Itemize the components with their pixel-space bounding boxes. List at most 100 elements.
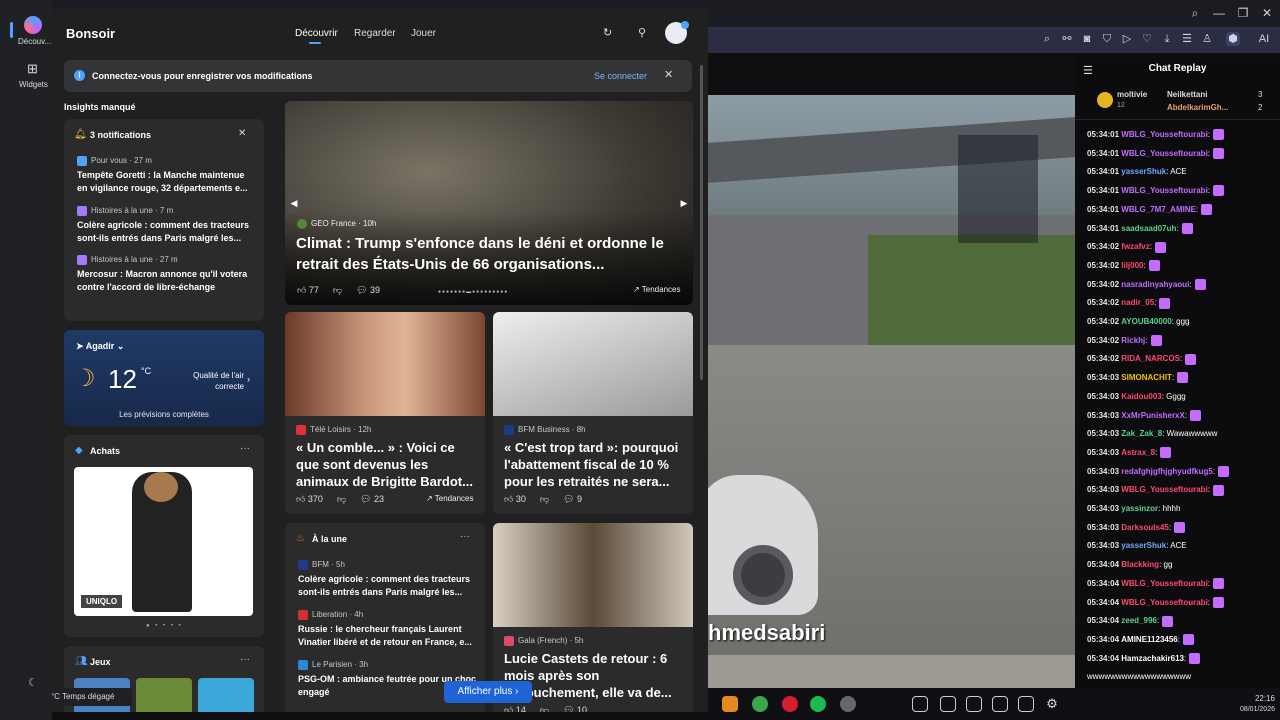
chat-username[interactable]: WBLG_Yousseftourabi	[1121, 186, 1208, 195]
carousel-next-icon[interactable]: ▶	[678, 193, 690, 213]
search-icon[interactable]: ⌕	[1186, 5, 1204, 21]
list-icon[interactable]: ☰	[1180, 32, 1194, 46]
xbox-icon[interactable]	[752, 696, 768, 712]
more-options-icon[interactable]: ···	[240, 443, 250, 454]
chat-username[interactable]: RIDA_NARCOS	[1121, 354, 1180, 363]
chat-username[interactable]: WBLG_Yousseftourabi	[1121, 598, 1208, 607]
close-window-icon[interactable]: ✕	[1258, 5, 1276, 21]
restore-icon[interactable]: ❐	[1234, 5, 1252, 21]
chat-username[interactable]: Darksouls45	[1121, 523, 1169, 532]
chat-username[interactable]: Blackking	[1121, 560, 1159, 569]
link-icon[interactable]: ⚯	[1060, 32, 1074, 46]
chat-username[interactable]: saadsaad07uh	[1121, 224, 1176, 233]
chat-username[interactable]: AYOUB40000	[1121, 317, 1171, 326]
spotify-icon[interactable]	[810, 696, 826, 712]
window-icon[interactable]	[966, 696, 982, 712]
notification-item[interactable]: Histoires à la une · 27 m Mercosur : Mac…	[77, 255, 255, 294]
discover-icon[interactable]	[24, 16, 42, 34]
minimize-icon[interactable]: —	[1210, 5, 1228, 21]
weather-location[interactable]: ➤ Agadir ⌄	[76, 341, 124, 352]
chat-username[interactable]: yassinzor	[1121, 504, 1158, 513]
chat-username[interactable]: WBLG_7M7_AMINE	[1121, 205, 1196, 214]
chat-username[interactable]: WBLG_Yousseftourabi	[1121, 579, 1208, 588]
shield-icon[interactable]: ⛉	[1100, 32, 1114, 46]
widgets-icon[interactable]: ⊞	[27, 61, 38, 77]
chat-username[interactable]: XxMrPunisherxX	[1121, 411, 1185, 420]
hero-carousel-dots[interactable]: ●●●●●●●▬●●●●●●●●●	[438, 289, 508, 295]
search-icon[interactable]: ⌕	[1040, 32, 1054, 46]
weather-chip[interactable]: 12°C Temps dégagé	[52, 688, 132, 706]
rail-widgets-label[interactable]: Widgets	[19, 80, 48, 89]
sign-in-link[interactable]: Se connecter	[594, 71, 647, 81]
article-title[interactable]: « C'est trop tard »: pourquoi l'abatteme…	[504, 439, 686, 490]
tab-play[interactable]: Jouer	[411, 28, 436, 39]
extension-icon[interactable]: ⬢	[1226, 32, 1240, 46]
show-more-button[interactable]: Afficher plus ›	[444, 681, 532, 703]
chat-username[interactable]: nasradinyahyaoui	[1121, 280, 1189, 289]
camera-icon[interactable]: ◙	[1080, 32, 1094, 46]
article-card[interactable]: Télé Loisirs · 12h « Un comble... » : Vo…	[285, 312, 485, 514]
carousel-dots[interactable]: ● • • • •	[146, 623, 183, 629]
window-icon[interactable]	[940, 696, 956, 712]
notification-item[interactable]: Histoires à la une · 7 m Colère agricole…	[77, 206, 255, 245]
chat-username[interactable]: Rickhj	[1121, 336, 1145, 345]
opera-icon[interactable]	[782, 696, 798, 712]
fullscreen-icon[interactable]	[992, 696, 1008, 712]
chat-message: 05:34:01 WBLG_Yousseftourabi:	[1087, 148, 1225, 162]
weather-card[interactable]: ➤ Agadir ⌄ ☽ 12 °C Qualité de l'air corr…	[64, 330, 264, 426]
chat-username[interactable]: lilj000	[1121, 261, 1143, 270]
window-icon[interactable]	[912, 696, 928, 712]
product-image[interactable]: UNIQLO	[74, 467, 253, 616]
story-item[interactable]: BFM · 5h Colère agricole : comment des t…	[298, 560, 478, 599]
chat-username[interactable]: SIMONACHIT	[1121, 373, 1172, 382]
notification-item[interactable]: Pour vous · 27 m Tempête Goretti : la Ma…	[77, 156, 255, 195]
play-icon[interactable]: ▷	[1120, 32, 1134, 46]
ai-icon[interactable]: AI	[1252, 32, 1276, 46]
chat-username[interactable]: Kaidou003	[1121, 392, 1161, 401]
article-card[interactable]: BFM Business · 8h « C'est trop tard »: p…	[493, 312, 693, 514]
hero-article[interactable]: ◀ ▶ GEO France · 10h Climat : Trump s'en…	[285, 101, 693, 305]
window-icon[interactable]	[1018, 696, 1034, 712]
stream-video[interactable]: hmedsabiri	[708, 95, 1075, 688]
more-options-icon[interactable]: ···	[460, 531, 470, 542]
chat-username[interactable]: WBLG_Yousseftourabi	[1121, 485, 1208, 494]
chat-username[interactable]: yasserShuk	[1121, 541, 1166, 550]
heart-icon[interactable]: ♡	[1140, 32, 1154, 46]
chevron-down-icon: ⌄	[114, 341, 125, 351]
settings-icon[interactable]: ⚙	[1044, 696, 1060, 712]
game-tile[interactable]	[136, 678, 192, 712]
pin-icon[interactable]: ⚲	[638, 26, 646, 39]
app-icon[interactable]	[840, 696, 856, 712]
chat-username[interactable]: redafghjgfhjghyudfkug5	[1121, 467, 1213, 476]
close-icon[interactable]: ✕	[664, 68, 673, 81]
game-tile[interactable]	[198, 678, 254, 712]
chat-username[interactable]: nadir_05	[1121, 298, 1154, 307]
chevron-right-icon[interactable]: ›	[247, 374, 250, 384]
comment-icon: 💬︎ 9	[563, 494, 583, 504]
chat-username[interactable]: Astrax_8	[1121, 448, 1155, 457]
chat-username[interactable]: fwzafvz	[1121, 242, 1149, 251]
hero-title[interactable]: Climat : Trump s'enfonce dans le déni et…	[296, 233, 686, 275]
chat-username[interactable]: WBLG_Yousseftourabi	[1121, 149, 1208, 158]
close-icon[interactable]: ✕	[238, 128, 246, 139]
tab-watch[interactable]: Regarder	[354, 28, 396, 39]
refresh-icon[interactable]: ↻	[603, 26, 612, 39]
more-options-icon[interactable]: ···	[240, 654, 250, 665]
download-icon[interactable]: ⤓	[1160, 32, 1174, 46]
chat-username[interactable]: AMINE1123456	[1121, 635, 1177, 644]
chat-username[interactable]: yasserShuk	[1121, 167, 1166, 176]
article-title[interactable]: « Un comble... » : Voici ce que sont dev…	[296, 439, 478, 490]
like-icon: 👍︎ 77	[297, 285, 319, 295]
profile-icon[interactable]: ♙	[1200, 32, 1214, 46]
rail-discover-label[interactable]: Découv...	[18, 37, 51, 46]
chat-username[interactable]: zeed_996	[1121, 616, 1157, 625]
chat-username[interactable]: WBLG_Yousseftourabi	[1121, 130, 1208, 139]
forecast-link[interactable]: Les prévisions complètes	[64, 410, 264, 419]
carousel-prev-icon[interactable]: ◀	[288, 193, 300, 213]
story-item[interactable]: Liberation · 4h Russie : le chercheur fr…	[298, 610, 478, 649]
chat-username[interactable]: Hamzachakir613	[1121, 654, 1184, 663]
app-icon[interactable]	[722, 696, 738, 712]
panel-scrollbar[interactable]	[700, 65, 703, 380]
tab-discover[interactable]: Découvrir	[295, 28, 338, 39]
chat-username[interactable]: Zak_Zak_8	[1121, 429, 1162, 438]
